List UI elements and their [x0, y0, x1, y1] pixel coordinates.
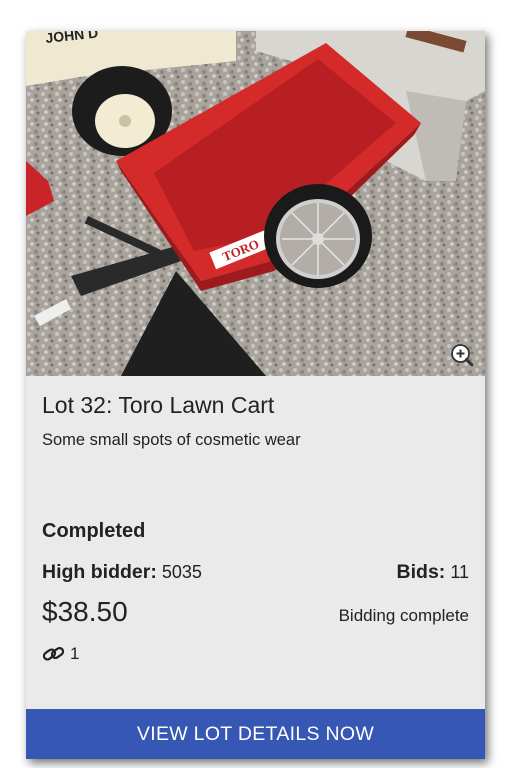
price-row: $38.50 Bidding complete [42, 596, 469, 628]
lot-photo-image: JOHN D TORO [26, 31, 485, 376]
bid-summary-row: High bidder: 5035 Bids: 11 [42, 561, 469, 584]
lot-description: Some small spots of cosmetic wear [42, 431, 301, 449]
high-bidder-value: 5035 [161, 562, 202, 582]
zoom-in-icon[interactable] [451, 344, 473, 366]
lot-card: JOHN D TORO Lot 32: Toro Lawn Cart Some … [26, 31, 485, 759]
lot-name: Toro Lawn Cart [118, 392, 275, 418]
lot-links[interactable]: 1 [42, 644, 469, 664]
lot-photo[interactable]: JOHN D TORO [26, 31, 485, 376]
current-price: $38.50 [42, 596, 128, 627]
high-bidder: High bidder: 5035 [42, 561, 202, 584]
bids-value: 11 [450, 562, 469, 582]
bids-label: Bids: [396, 561, 446, 583]
lot-title[interactable]: Lot 32: Toro Lawn Cart [42, 392, 469, 419]
link-icon [42, 646, 65, 661]
bidding-status: Bidding complete [338, 606, 469, 625]
bids-count: Bids: 11 [397, 561, 469, 584]
link-count: 1 [70, 644, 80, 663]
lot-info: Lot 32: Toro Lawn Cart Some small spots o… [26, 392, 485, 664]
high-bidder-label: High bidder: [42, 561, 157, 583]
view-lot-details-button[interactable]: VIEW LOT DETAILS NOW [26, 709, 485, 759]
lot-number: Lot 32: [42, 392, 113, 418]
lot-status: Completed [42, 520, 146, 542]
